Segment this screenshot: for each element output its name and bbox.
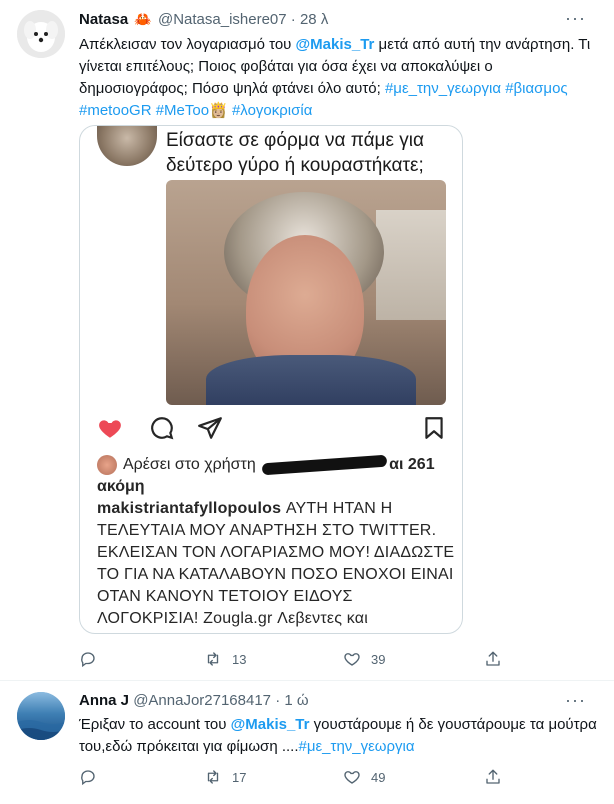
like-count: 39	[371, 651, 386, 667]
tweet-actions: 17 49	[79, 768, 509, 788]
retweet-icon	[207, 770, 219, 784]
share-icon	[486, 651, 500, 666]
heart-icon	[97, 415, 123, 446]
user-handle[interactable]: @AnnaJor27168417	[133, 692, 271, 709]
hashtag-link[interactable]: #metooGR	[79, 102, 152, 119]
instagram-likes: Αρέσει στο χρήστη αι 261 ακόμη	[97, 454, 449, 498]
tweet-text-part: Έριξαν το account του	[79, 716, 231, 733]
caption-line: Είσαστε σε φόρμα να πάμε για	[166, 130, 424, 151]
like-button[interactable]: 49	[343, 768, 385, 786]
mention-link[interactable]: @Makis_Tr	[231, 716, 310, 733]
likes-count: αι 261	[389, 456, 435, 473]
liker-avatar	[97, 454, 117, 475]
reply-button[interactable]	[79, 768, 107, 786]
tweet-text: Απέκλεισαν τον λογαριασμό του @Makis_Tr …	[79, 34, 599, 122]
instagram-caption: Είσαστε σε φόρμα να πάμε για δεύτερο γύρ…	[166, 128, 424, 178]
retweet-button[interactable]: 13	[204, 650, 246, 668]
redaction-mark	[261, 454, 388, 476]
more-dots-icon[interactable]: ···	[565, 690, 586, 711]
retweet-button[interactable]: 17	[204, 768, 246, 786]
avatar[interactable]	[17, 692, 65, 740]
instagram-post-text: makistriantafyllopoulos ΑΥΤΗ ΗΤΑΝ Η ΤΕΛΕ…	[97, 498, 457, 630]
send-icon	[197, 415, 223, 446]
heart-outline-icon	[344, 771, 360, 784]
tweet-header: Natasa 🦀 @Natasa_ishere07 · 28 λ	[79, 11, 328, 28]
post-body: ΑΥΤΗ ΗΤΑΝ Η ΤΕΛΕΥΤΑΙΑ ΜΟΥ ΑΝΑΡΤΗΣΗ ΣΤΟ T…	[97, 500, 455, 627]
likes-text: Αρέσει στο χρήστη	[123, 456, 256, 473]
likes-more: ακόμη	[97, 478, 145, 495]
share-button[interactable]	[484, 768, 502, 786]
hashtag-link[interactable]: #λογοκρισία	[232, 102, 312, 119]
tweet-media-image[interactable]: Είσαστε σε φόρμα να πάμε για δεύτερο γύρ…	[79, 125, 463, 634]
display-name[interactable]: Anna J	[79, 692, 129, 709]
more-dots-icon[interactable]: ···	[565, 8, 586, 29]
selfie-photo	[166, 180, 446, 405]
hashtag-link[interactable]: #MeToo	[156, 102, 209, 119]
dog-avatar-icon	[17, 10, 65, 58]
reply-button[interactable]	[79, 650, 107, 668]
tweet-text-part: Απέκλεισαν τον λογαριασμό του	[79, 36, 296, 53]
like-button[interactable]: 39	[343, 650, 385, 668]
retweet-icon	[207, 652, 219, 666]
hashtag-link[interactable]: #με_την_γεωργια	[299, 738, 415, 755]
photo-window	[376, 210, 446, 320]
retweet-count: 17	[232, 769, 247, 785]
mention-link[interactable]: @Makis_Tr	[296, 36, 375, 53]
share-icon	[486, 769, 500, 784]
tweet-timestamp[interactable]: 28 λ	[300, 11, 328, 28]
reply-icon	[81, 652, 95, 668]
heart-outline-icon	[344, 653, 360, 666]
hashtag-link[interactable]: #βιασμος	[505, 80, 567, 97]
instagram-avatar	[97, 126, 157, 166]
photo-shirt	[206, 355, 416, 405]
post-username: makistriantafyllopoulos	[97, 500, 282, 517]
avatar[interactable]	[17, 10, 65, 58]
display-name[interactable]: Natasa	[79, 11, 128, 28]
instagram-action-bar	[97, 415, 447, 443]
reply-icon	[81, 770, 95, 786]
crab-emoji: 🦀	[134, 11, 152, 27]
retweet-count: 13	[232, 651, 247, 667]
share-button[interactable]	[484, 650, 502, 668]
tweet-text: Έριξαν το account του @Makis_Tr γουστάρο…	[79, 714, 599, 758]
sea-avatar-icon	[17, 692, 65, 740]
tweet-timestamp[interactable]: 1 ώ	[284, 692, 308, 709]
separator-dot: ·	[275, 692, 281, 709]
hashtag-link[interactable]: #με_την_γεωργια	[385, 80, 501, 97]
user-handle[interactable]: @Natasa_ishere07	[158, 11, 287, 28]
bookmark-icon	[421, 415, 447, 446]
comment-icon	[149, 415, 175, 446]
separator-dot: ·	[290, 11, 296, 28]
caption-line: δεύτερο γύρο ή κουραστήκατε;	[166, 155, 424, 176]
tweet-actions: 13 39	[79, 650, 509, 670]
princess-emoji: 👸🏼	[209, 102, 228, 119]
tweet-header: Anna J @AnnaJor27168417 · 1 ώ	[79, 692, 309, 709]
like-count: 49	[371, 769, 386, 785]
